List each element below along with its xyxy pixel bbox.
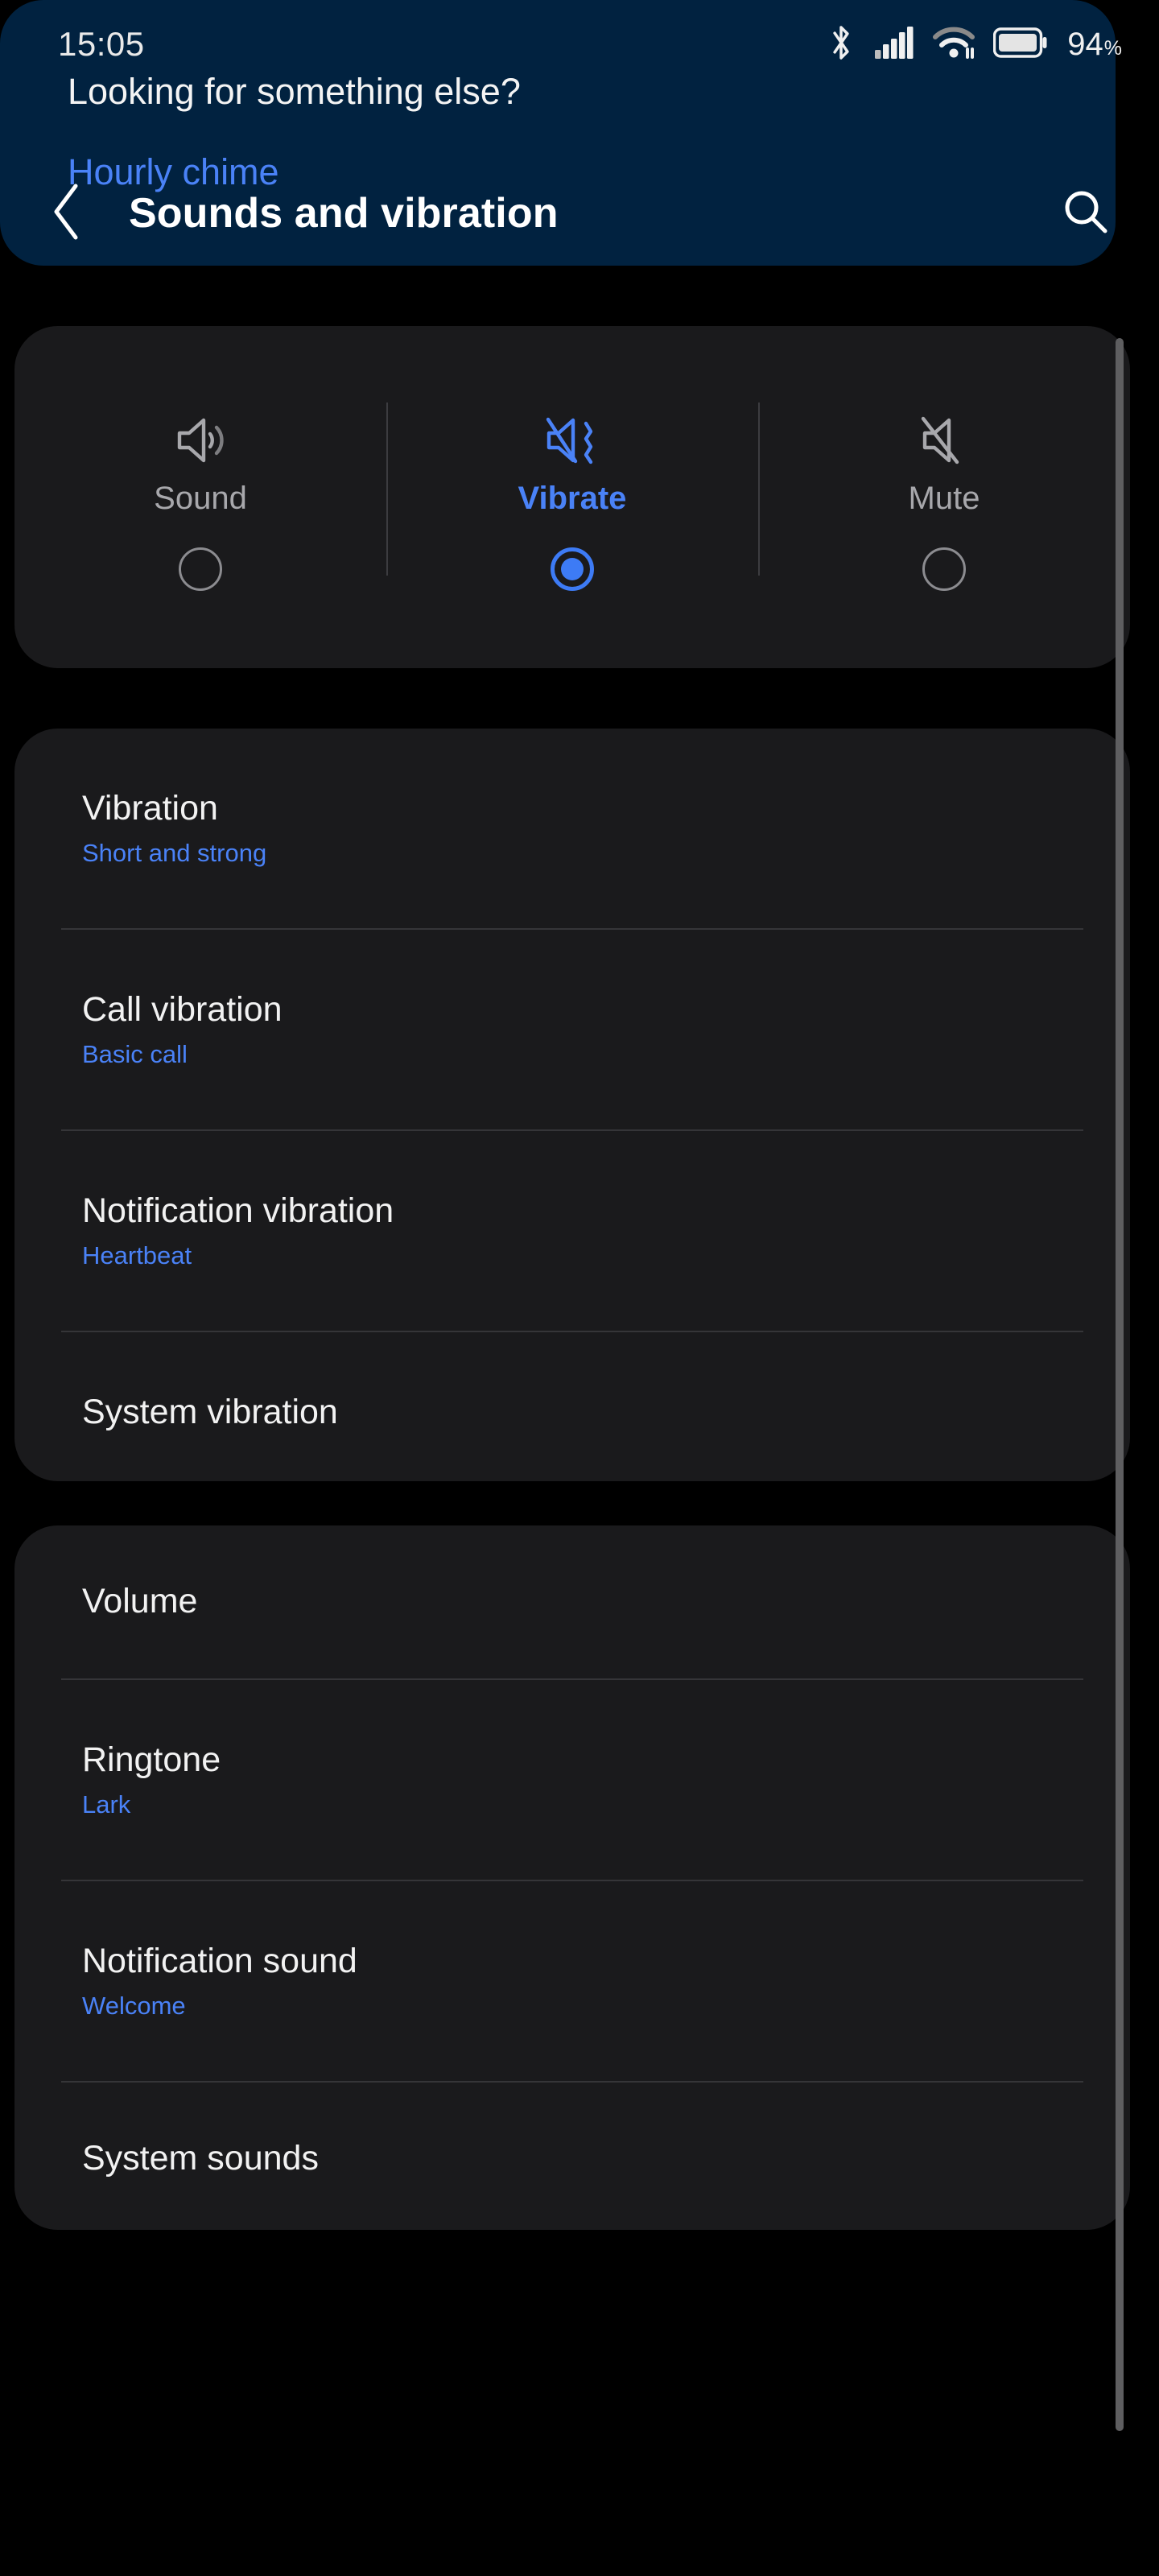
sound-mode-option-vibrate[interactable]: Vibrate [386,334,758,668]
settings-row-subtitle: Basic call [82,1040,188,1069]
percent-symbol: % [1103,36,1122,60]
settings-screen: 15:05 94 % Sounds and vibration Sound Vi… [0,0,1159,2576]
vibration-settings-card: Vibration Short and strong Call vibratio… [14,729,1130,1481]
settings-row-subtitle: Short and strong [82,839,267,868]
sound-mode-option-mute[interactable]: Mute [758,334,1130,668]
sound-settings-list: Volume Ringtone Lark Notification sound … [14,1525,1130,2230]
settings-row-title: System sounds [82,2139,319,2178]
settings-row-call-vibration[interactable]: Call vibration Basic call [14,930,1130,1129]
sound-mode-radio-mute[interactable] [922,547,966,591]
settings-row-notification-sound[interactable]: Notification sound Welcome [14,1881,1130,2081]
bluetooth-icon [826,23,856,66]
battery-icon [993,27,1048,63]
back-button[interactable] [50,179,111,248]
sound-settings-card: Volume Ringtone Lark Notification sound … [14,1525,1130,2230]
settings-row-title: Notification vibration [82,1191,394,1230]
battery-percent-label: 94% [1067,27,1122,63]
search-icon [1061,187,1111,241]
settings-row-subtitle: Lark [82,1790,131,1819]
status-bar-clock: 15:05 [58,25,145,63]
sound-mode-label-sound: Sound [154,481,247,516]
settings-row-ringtone[interactable]: Ringtone Lark [14,1680,1130,1880]
search-button[interactable] [1054,182,1117,245]
speaker-vibrate-icon [541,411,604,469]
speaker-muted-icon [915,411,973,469]
settings-row-notification-vibration[interactable]: Notification vibration Heartbeat [14,1131,1130,1331]
settings-row-subtitle: Heartbeat [82,1241,192,1270]
settings-row-title: Ringtone [82,1740,221,1779]
sound-mode-label-mute: Mute [908,481,980,516]
settings-row-system-sounds[interactable]: System sounds [14,2083,1130,2235]
cellular-signal-icon [874,26,914,64]
settings-row-subtitle: Welcome [82,1992,186,2021]
settings-row-system-vibration[interactable]: System vibration [14,1332,1130,1493]
wifi-icon [932,25,975,64]
speaker-on-icon [171,411,229,469]
sound-mode-option-sound[interactable]: Sound [14,334,386,668]
settings-row-volume[interactable]: Volume [14,1525,1130,1678]
sound-mode-radio-sound[interactable] [179,547,222,591]
battery-percent-value: 94 [1067,26,1103,62]
app-bar: Sounds and vibration [0,157,1159,270]
settings-row-title: Notification sound [82,1941,357,1980]
status-bar: 15:05 94 % [0,0,1159,89]
page-title: Sounds and vibration [129,190,559,237]
sound-mode-card: Sound Vibrate Mute [14,326,1130,668]
sound-mode-radio-vibrate[interactable] [551,547,594,591]
scrollbar-thumb[interactable] [1116,338,1124,2431]
chevron-left-icon [50,181,85,246]
settings-row-title: System vibration [82,1393,338,1432]
settings-row-title: Call vibration [82,989,283,1029]
settings-row-title: Volume [82,1582,198,1621]
sound-mode-label-vibrate: Vibrate [518,481,627,516]
scrollbar-track[interactable] [1116,338,1124,2431]
settings-row-title: Vibration [82,788,218,828]
sound-mode-options: Sound Vibrate Mute [14,326,1130,668]
settings-row-vibration[interactable]: Vibration Short and strong [14,729,1130,928]
status-bar-icons: 94% [826,23,1122,66]
vibration-settings-list: Vibration Short and strong Call vibratio… [14,729,1130,1481]
